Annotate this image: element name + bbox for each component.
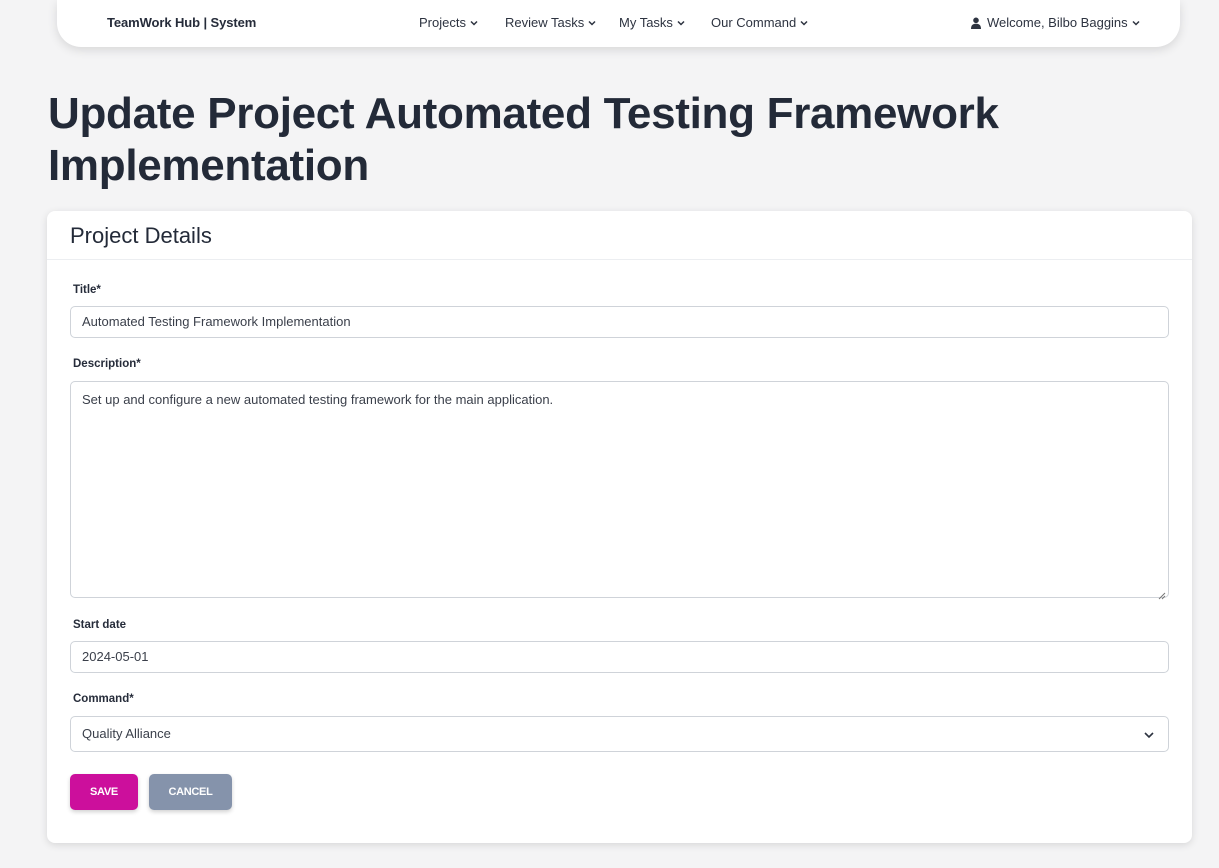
brand-title[interactable]: TeamWork Hub | System [107, 15, 256, 30]
description-textarea[interactable]: Set up and configure a new automated tes… [70, 381, 1169, 600]
card-title: Project Details [70, 223, 212, 248]
chevron-down-icon [587, 18, 597, 28]
command-selected-value: Quality Alliance [82, 726, 171, 741]
nav-projects-label: Projects [419, 15, 466, 30]
description-text: Set up and configure a new automated tes… [82, 392, 554, 407]
title-input[interactable]: Automated Testing Framework Implementati… [70, 306, 1169, 338]
cancel-button[interactable]: CANCEL [149, 774, 232, 810]
description-label: Description* [73, 358, 141, 370]
project-details-card: Project Details Title* Automated Testing… [47, 211, 1192, 843]
nav-my-tasks-dropdown[interactable]: My Tasks [619, 15, 686, 30]
user-welcome-label: Welcome, Bilbo Baggins [987, 15, 1128, 30]
title-label: Title* [73, 284, 101, 296]
user-menu-dropdown[interactable]: Welcome, Bilbo Baggins [970, 15, 1141, 30]
nav-projects-dropdown[interactable]: Projects [419, 15, 479, 30]
command-label: Command* [73, 693, 134, 705]
page-title: Update Project Automated Testing Framewo… [48, 89, 999, 190]
chevron-down-icon [469, 18, 479, 28]
chevron-down-icon [1143, 729, 1155, 741]
resize-grip-icon[interactable] [1158, 587, 1166, 600]
top-navbar: TeamWork Hub | System Projects Review Ta… [57, 0, 1180, 47]
nav-review-tasks-label: Review Tasks [505, 15, 585, 30]
start-date-label: Start date [73, 619, 127, 631]
nav-review-tasks-dropdown[interactable]: Review Tasks [505, 15, 597, 30]
save-button[interactable]: SAVE [70, 774, 138, 810]
user-icon [970, 17, 982, 29]
nav-our-command-dropdown[interactable]: Our Command [711, 15, 809, 30]
chevron-down-icon [1131, 18, 1141, 28]
start-date-input[interactable]: 2024-05-01 [70, 641, 1169, 673]
nav-my-tasks-label: My Tasks [619, 15, 673, 30]
nav-our-command-label: Our Command [711, 15, 797, 30]
card-header: Project Details [47, 211, 1192, 260]
command-select[interactable]: Quality Alliance [70, 716, 1169, 752]
chevron-down-icon [799, 18, 809, 28]
chevron-down-icon [676, 18, 686, 28]
